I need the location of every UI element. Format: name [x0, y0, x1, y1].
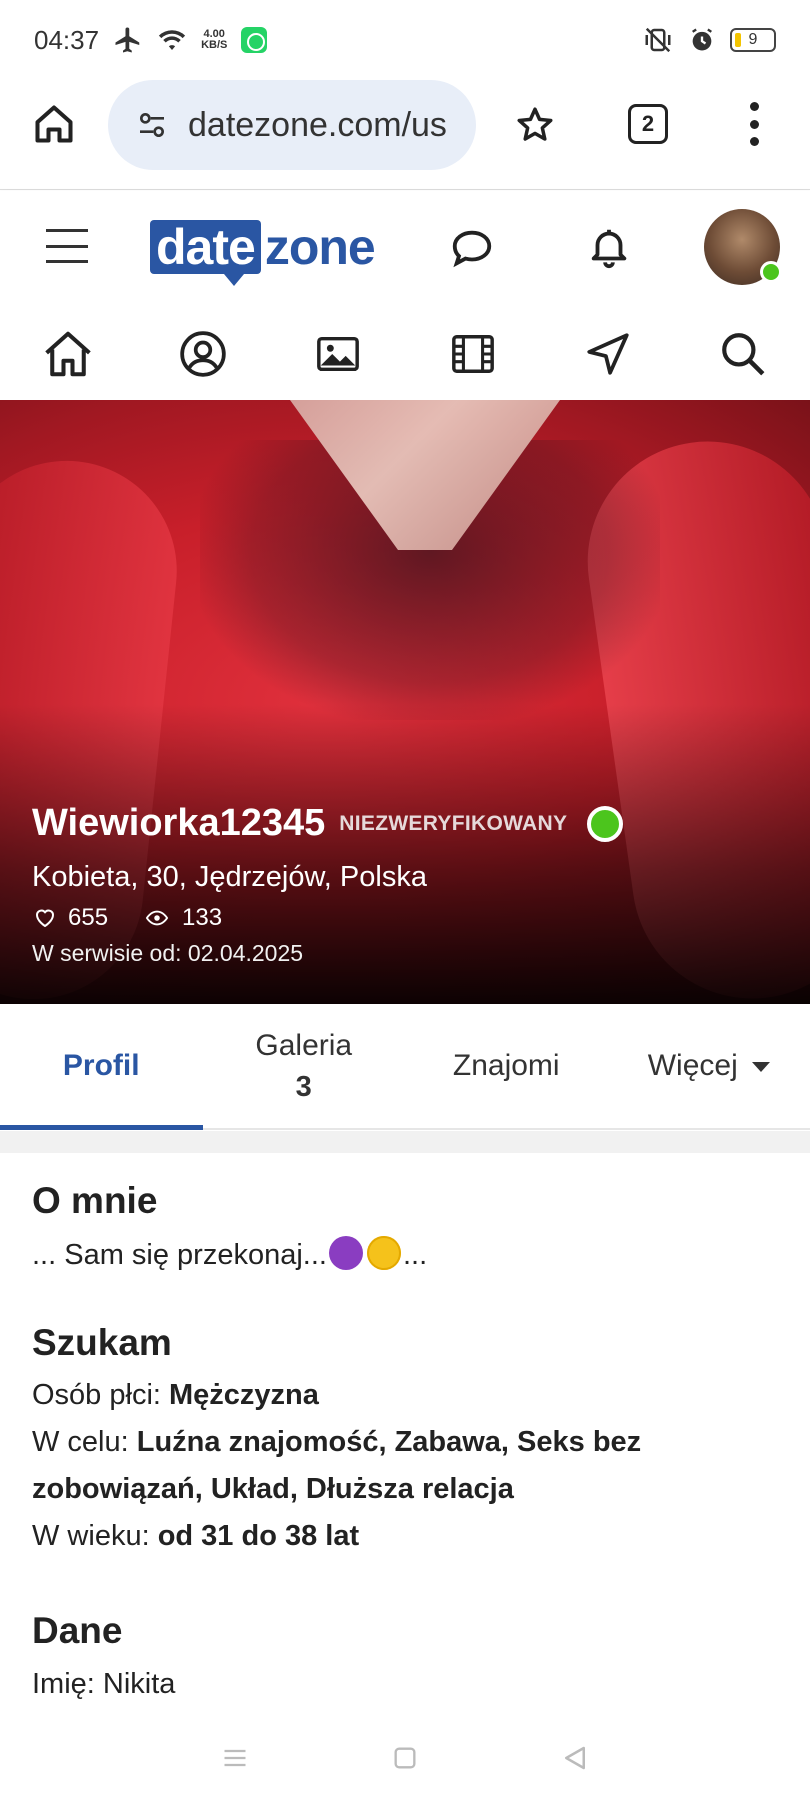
nav-home[interactable]: [38, 324, 98, 384]
tab-galeria[interactable]: Galeria 3: [203, 1004, 406, 1128]
seeking-title: Szukam: [32, 1322, 172, 1363]
nav-videos[interactable]: [443, 324, 503, 384]
gallery-count: 3: [295, 1070, 312, 1103]
heart-icon: [35, 909, 55, 928]
data-section: Dane Imię: Nikita: [32, 1610, 782, 1704]
profile-details: Kobieta, 30, Jędrzejów, Polska: [32, 861, 427, 893]
clock: 04:37: [34, 24, 100, 55]
battery-icon: 9: [730, 28, 776, 52]
video-icon: [451, 334, 494, 373]
angel-emoji-icon: [366, 1236, 401, 1270]
seeking-gender: Osób płci: Mężczyzna: [32, 1379, 319, 1411]
photos-icon: [316, 336, 359, 371]
chevron-down-icon: [751, 1062, 770, 1073]
hamburger-menu-icon[interactable]: [46, 229, 88, 263]
nav-search[interactable]: [713, 324, 773, 384]
recent-apps-icon[interactable]: [220, 1744, 250, 1772]
back-icon[interactable]: [560, 1743, 590, 1773]
likes-count: 655: [68, 904, 109, 931]
home-icon: [44, 331, 91, 376]
tab-wiecej[interactable]: Więcej: [608, 1004, 810, 1128]
whatsapp-icon: [241, 27, 268, 53]
profile-icon: [179, 330, 226, 377]
smiling-devil-emoji-icon: [328, 1236, 363, 1270]
profile-tabs: Profil Galeria 3 Znajomi Więcej: [0, 1004, 810, 1130]
seeking-section: Szukam Osób płci: Mężczyzna W celu: Luźn…: [32, 1322, 782, 1560]
online-indicator: [760, 261, 782, 283]
messages-icon[interactable]: [446, 225, 498, 271]
profile-content: O mnie ... Sam się przekonaj...... Szuka…: [32, 1180, 782, 1704]
browser-menu-icon[interactable]: [748, 102, 760, 146]
status-bar: 04:37 4.00 KB/S 9: [0, 0, 810, 80]
vibrate-off-icon: [645, 27, 671, 53]
site-header: date zone: [0, 191, 810, 307]
views-count: 133: [182, 904, 223, 931]
search-icon: [721, 332, 764, 375]
nav-photos[interactable]: [308, 324, 368, 384]
profile-stats: 655 133: [32, 904, 792, 932]
tab-switcher-button[interactable]: 2: [628, 104, 668, 144]
member-since: W serwisie od: 02.04.2025: [32, 940, 304, 966]
user-avatar[interactable]: [704, 209, 782, 285]
divider: [0, 1131, 810, 1153]
location-icon: [586, 332, 629, 375]
about-text: ... Sam się przekonaj......: [32, 1236, 782, 1272]
about-section: O mnie ... Sam się przekonaj......: [32, 1180, 782, 1272]
site-settings-icon[interactable]: [134, 109, 170, 141]
browser-home-icon[interactable]: [32, 102, 76, 146]
seeking-purpose: W celu: Luźna znajomość, Zabawa, Seks be…: [32, 1426, 642, 1505]
bookmark-star-icon[interactable]: [514, 104, 556, 146]
about-title: O mnie: [32, 1180, 158, 1221]
online-status-dot: [587, 805, 624, 842]
url-text: datezone.com/us: [188, 105, 447, 144]
eye-icon: [145, 910, 169, 926]
address-bar[interactable]: datezone.com/us: [108, 80, 476, 170]
net-speed: 4.00 KB/S: [201, 28, 228, 51]
data-first-line: Imię: Nikita: [32, 1668, 176, 1700]
airplane-icon: [115, 27, 140, 53]
browser-toolbar: datezone.com/us 2: [0, 80, 810, 190]
site-icon-nav: [0, 307, 810, 400]
verification-badge: NIEZWERYFIKOWANY: [339, 811, 568, 835]
profile-cover-photo[interactable]: Wiewiorka12345 NIEZWERYFIKOWANY Kobieta,…: [0, 400, 810, 1004]
nav-location[interactable]: [578, 324, 638, 384]
notifications-bell-icon[interactable]: [586, 221, 632, 273]
nav-profile[interactable]: [173, 324, 233, 384]
profile-info: Wiewiorka12345 NIEZWERYFIKOWANY Kobieta,…: [32, 802, 792, 967]
tab-znajomi[interactable]: Znajomi: [405, 1004, 608, 1128]
wifi-icon: [158, 30, 186, 50]
home-button-icon[interactable]: [391, 1744, 419, 1772]
data-title: Dane: [32, 1610, 123, 1651]
seeking-age: W wieku: od 31 do 38 lat: [32, 1520, 360, 1552]
profile-username: Wiewiorka12345: [32, 802, 326, 844]
system-nav-bar: [0, 1716, 810, 1800]
alarm-icon: [692, 28, 712, 51]
site-logo[interactable]: date zone: [150, 219, 376, 286]
tab-profil[interactable]: Profil: [0, 1004, 203, 1130]
